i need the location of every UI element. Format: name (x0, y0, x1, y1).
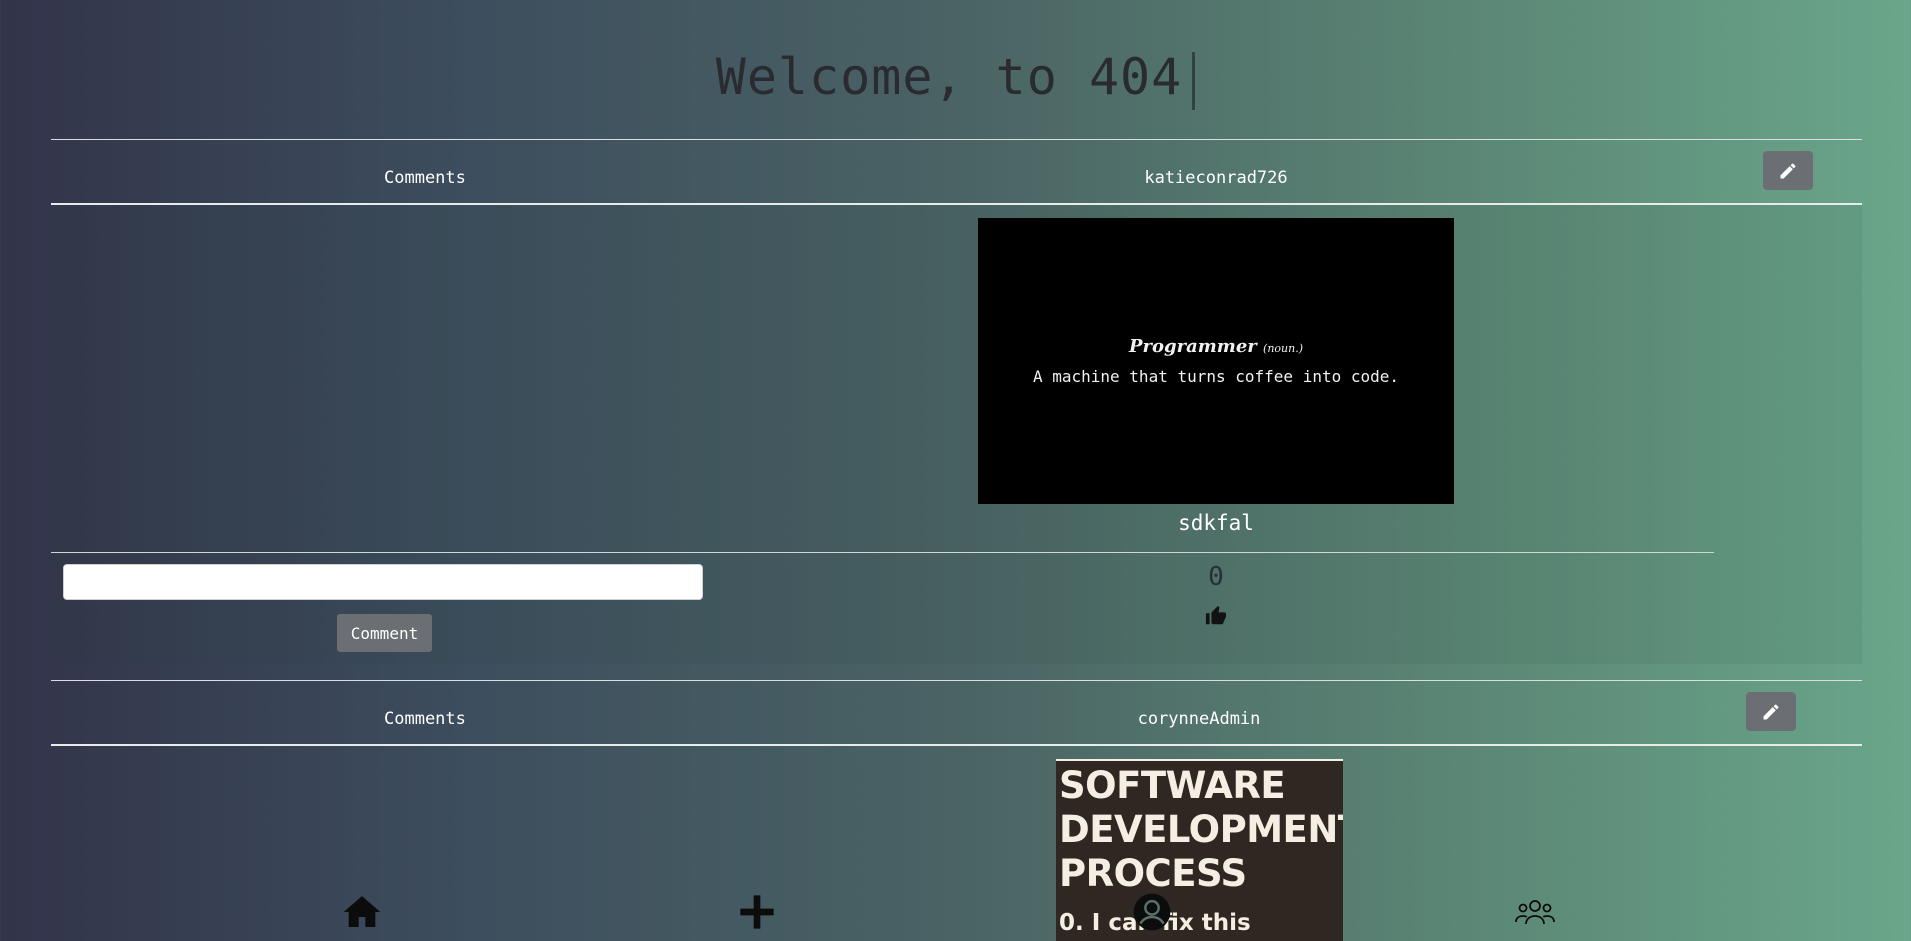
image-title: Programmer (noun.) (1128, 336, 1304, 357)
post-image: SOFTWARE DEVELOPMENT PROCESS 0. I can fi… (1056, 759, 1343, 941)
image-text-line: PROCESS (1059, 852, 1247, 895)
group-icon[interactable] (1515, 898, 1555, 930)
like-count: 0 (1208, 562, 1224, 592)
home-icon[interactable] (341, 892, 383, 936)
comment-button[interactable]: Comment (337, 614, 432, 652)
pencil-icon (1763, 704, 1779, 719)
post-card: Comments katieconrad726 Programmer (noun… (51, 139, 1862, 665)
typing-caret (1192, 51, 1196, 110)
post-image: Programmer (noun.) A machine that turns … (978, 218, 1454, 504)
post-header: Comments corynneAdmin (51, 681, 1862, 746)
post-username[interactable]: katieconrad726 (1144, 168, 1287, 188)
image-text: A machine that turns coffee into code. (1032, 367, 1400, 386)
page-title: Welcome, to 404 (0, 44, 1911, 110)
thumbs-up-icon[interactable] (1204, 605, 1228, 631)
comments-label: Comments (384, 709, 466, 729)
post-header: Comments katieconrad726 (51, 140, 1862, 205)
image-text-line: DEVELOPMENT (1059, 808, 1343, 851)
post-divider (51, 552, 1714, 553)
pencil-icon (1780, 163, 1796, 178)
account-icon[interactable] (1132, 892, 1172, 936)
comments-label: Comments (384, 168, 466, 188)
image-text-line: SOFTWARE (1059, 764, 1286, 807)
edit-post-button[interactable] (1763, 151, 1813, 190)
edit-post-button[interactable] (1746, 692, 1796, 731)
page-title-text: Welcome, to 404 (715, 48, 1183, 106)
post-caption: sdkfal (1178, 511, 1254, 535)
post-card: Comments corynneAdmin SOFTWARE DEVELOPME… (51, 680, 1862, 941)
comment-input[interactable] (63, 564, 703, 600)
image-step-text: 0. I can fix this (1059, 910, 1251, 936)
plus-icon[interactable] (737, 892, 777, 936)
post-username[interactable]: corynneAdmin (1138, 709, 1261, 729)
